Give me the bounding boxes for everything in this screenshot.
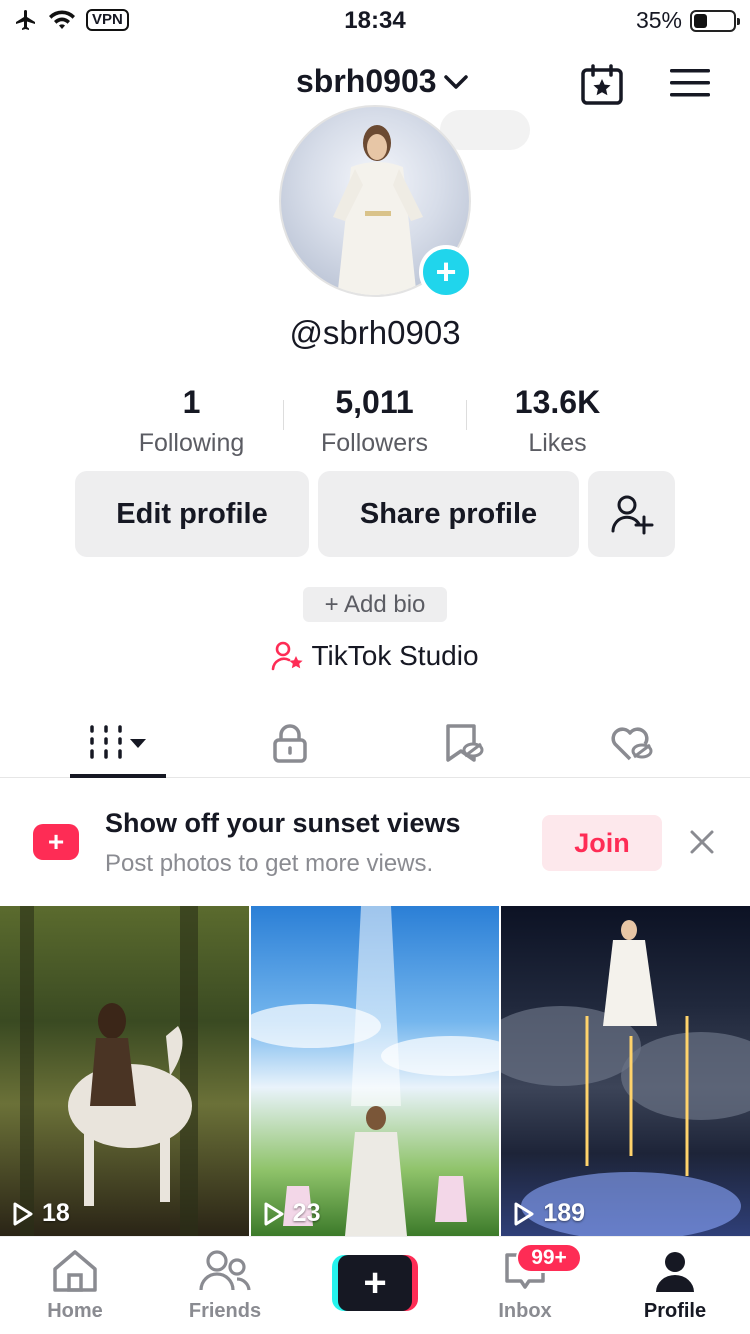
create-button[interactable]: + (332, 1255, 418, 1311)
stat-likes[interactable]: 13.6K Likes (466, 384, 649, 458)
add-person-icon (611, 495, 653, 535)
lock-icon (273, 724, 307, 763)
bottom-nav: Home Friends + Inbox 99+ Profile (0, 1236, 750, 1334)
person-star-icon (272, 641, 304, 671)
stat-value: 13.6K (514, 384, 601, 420)
video-thumbnail[interactable]: 189 (501, 906, 750, 1236)
join-button[interactable]: Join (542, 815, 662, 871)
video-thumbnail[interactable]: 23 (250, 906, 500, 1236)
nav-home[interactable]: Home (15, 1249, 135, 1323)
stat-label: Following (138, 429, 245, 457)
hidden-heart-icon (611, 727, 653, 761)
stat-label: Followers (321, 429, 428, 457)
avatar-wrapper: + (279, 105, 473, 299)
view-count: 23 (263, 1199, 321, 1228)
nav-profile[interactable]: Profile (615, 1249, 735, 1323)
active-tab-indicator (70, 774, 166, 778)
chevron-down-icon (443, 74, 468, 89)
video-thumbnail[interactable]: 18 (0, 906, 249, 1236)
hamburger-menu-icon (670, 69, 710, 97)
close-button[interactable] (688, 828, 716, 861)
plus-icon: + (435, 251, 457, 292)
inbox-badge: 99+ (516, 1243, 582, 1273)
tab-private[interactable] (250, 718, 330, 768)
thumbnail-art (20, 906, 198, 1236)
menu-button[interactable] (670, 68, 710, 103)
stat-value: 1 (182, 384, 201, 420)
stat-value: 5,011 (335, 384, 414, 420)
profile-stats: 1 Following 5,011 Followers 13.6K Likes (100, 384, 650, 458)
nav-label: Friends (188, 1300, 262, 1322)
calendar-star-button[interactable] (580, 64, 624, 111)
profile-icon (656, 1252, 694, 1292)
stat-following[interactable]: 1 Following (100, 384, 283, 458)
profile-header: sbrh0903 (0, 52, 750, 112)
studio-label: TikTok Studio (311, 640, 479, 671)
play-icon (13, 1202, 33, 1225)
stat-divider (283, 400, 284, 430)
profile-handle: @sbrh0903 (289, 314, 461, 351)
home-icon (53, 1250, 97, 1292)
edit-profile-button[interactable]: Edit profile (75, 471, 309, 557)
account-switcher[interactable]: sbrh0903 (296, 63, 469, 100)
thumbnail-art (501, 920, 750, 1236)
battery-percent: 35% (635, 7, 682, 33)
stat-label: Likes (528, 429, 587, 457)
close-icon (690, 830, 714, 854)
grid-filter-icon (90, 725, 146, 759)
friends-icon (199, 1250, 251, 1291)
tab-reposts[interactable] (424, 718, 504, 768)
view-count: 189 (513, 1199, 585, 1228)
view-count-value: 23 (292, 1199, 321, 1227)
photo-add-icon: + (33, 824, 79, 860)
battery-level (694, 13, 708, 28)
add-bio-button[interactable]: + Add bio (303, 587, 447, 622)
play-icon (264, 1202, 284, 1225)
calendar-star-icon (581, 64, 623, 105)
nav-friends[interactable]: Friends (165, 1249, 285, 1323)
stat-followers[interactable]: 5,011 Followers (283, 384, 466, 458)
view-count: 18 (12, 1199, 70, 1228)
plus-icon: + (338, 1255, 412, 1311)
content-tabs (0, 708, 750, 778)
video-grid: 18 23 189 (0, 906, 750, 1236)
tab-videos[interactable] (70, 718, 166, 768)
share-profile-button[interactable]: Share profile (318, 471, 579, 557)
stat-divider (466, 400, 467, 430)
tiktok-studio-link[interactable]: TikTok Studio (0, 640, 750, 672)
view-count-value: 18 (42, 1199, 70, 1227)
promo-subtitle: Post photos to get more views. (105, 850, 434, 877)
header-username: sbrh0903 (296, 63, 437, 99)
nav-label: Home (47, 1300, 103, 1322)
add-story-button[interactable]: + (419, 245, 473, 299)
play-icon (514, 1202, 534, 1225)
tab-liked[interactable] (592, 718, 672, 768)
add-friends-button[interactable] (588, 471, 675, 557)
nav-label: Profile (643, 1300, 707, 1322)
promo-banner: + Show off your sunset views Post photos… (0, 780, 750, 904)
view-count-value: 189 (543, 1199, 586, 1227)
status-right: 35% (635, 7, 740, 34)
battery-icon (690, 9, 740, 32)
status-bar: VPN 18:34 35% (0, 0, 750, 40)
nav-label: Inbox (498, 1300, 552, 1322)
thumbnail-art (250, 906, 500, 1236)
hidden-bookmark-icon (446, 724, 484, 762)
promo-title: Show off your sunset views (105, 808, 461, 838)
